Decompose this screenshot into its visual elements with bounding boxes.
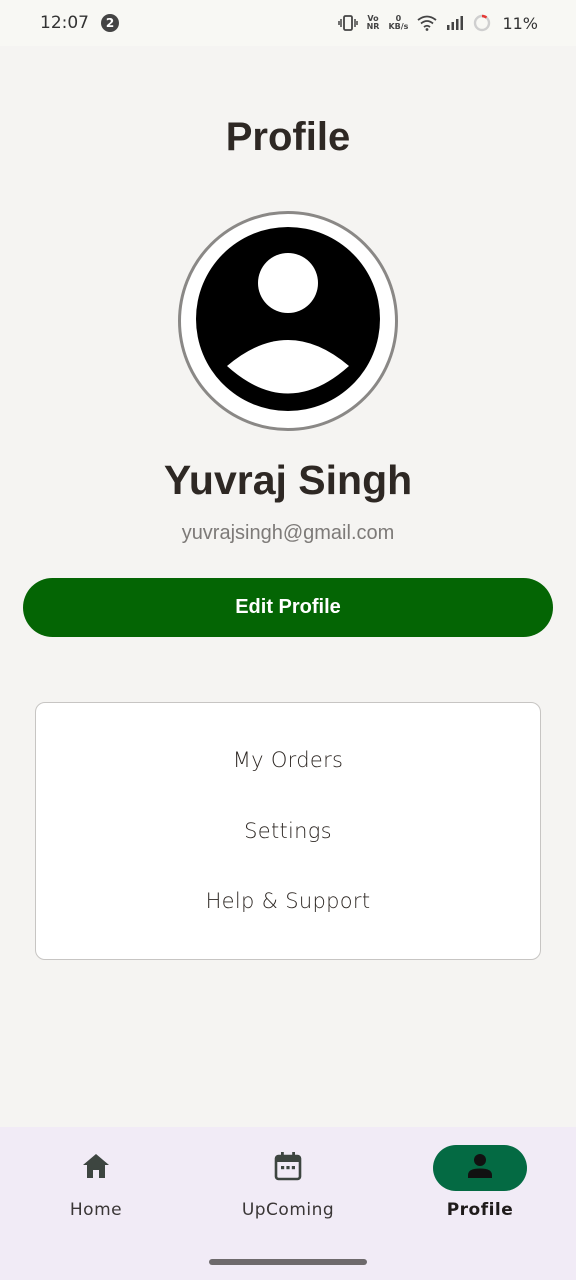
nav-label-profile: Profile xyxy=(446,1200,514,1220)
home-icon xyxy=(81,1152,111,1185)
nav-item-upcoming[interactable]: UpComing xyxy=(192,1127,384,1237)
edit-profile-button[interactable]: Edit Profile xyxy=(23,578,553,637)
user-email: yuvrajsingh@gmail.com xyxy=(181,522,395,544)
menu-item-settings[interactable]: Settings xyxy=(36,819,540,843)
user-avatar-icon xyxy=(195,226,381,417)
person-icon xyxy=(466,1152,494,1185)
net-speed-unit: KB/s xyxy=(388,22,409,31)
bottom-navigation: Home UpComing Profile xyxy=(0,1127,576,1280)
nav-item-home[interactable]: Home xyxy=(0,1127,192,1237)
battery-ring-icon xyxy=(473,14,491,32)
wifi-icon xyxy=(417,15,437,31)
page-title: Profile xyxy=(225,115,351,159)
notification-count-badge: 2 xyxy=(101,14,119,32)
status-bar: 12:07 2 Vo NR 0 KB/s 11% xyxy=(0,0,576,46)
nav-label-home: Home xyxy=(69,1200,123,1220)
menu-item-help-support[interactable]: Help & Support xyxy=(36,889,540,913)
profile-menu-card: My Orders Settings Help & Support xyxy=(35,702,541,960)
calendar-icon xyxy=(273,1151,303,1186)
nav-profile-icon-container xyxy=(433,1145,527,1191)
nav-home-icon-container xyxy=(49,1145,143,1191)
status-time: 12:07 xyxy=(40,13,89,33)
user-name: Yuvraj Singh xyxy=(163,457,413,503)
signal-icon xyxy=(446,15,464,31)
nav-upcoming-icon-container xyxy=(241,1145,335,1191)
net-speed: 0 KB/s xyxy=(388,15,408,31)
home-indicator[interactable] xyxy=(209,1259,367,1265)
status-icons: Vo NR 0 KB/s 11% xyxy=(337,13,538,33)
volte-icon: Vo NR xyxy=(367,15,380,31)
battery-percent: 11% xyxy=(502,13,538,33)
avatar[interactable] xyxy=(178,211,398,431)
volte-bottom-label: NR xyxy=(366,22,380,31)
nav-item-profile[interactable]: Profile xyxy=(384,1127,576,1237)
vibrate-icon xyxy=(337,15,358,31)
nav-label-upcoming: UpComing xyxy=(241,1200,335,1220)
menu-item-my-orders[interactable]: My Orders xyxy=(36,748,540,772)
